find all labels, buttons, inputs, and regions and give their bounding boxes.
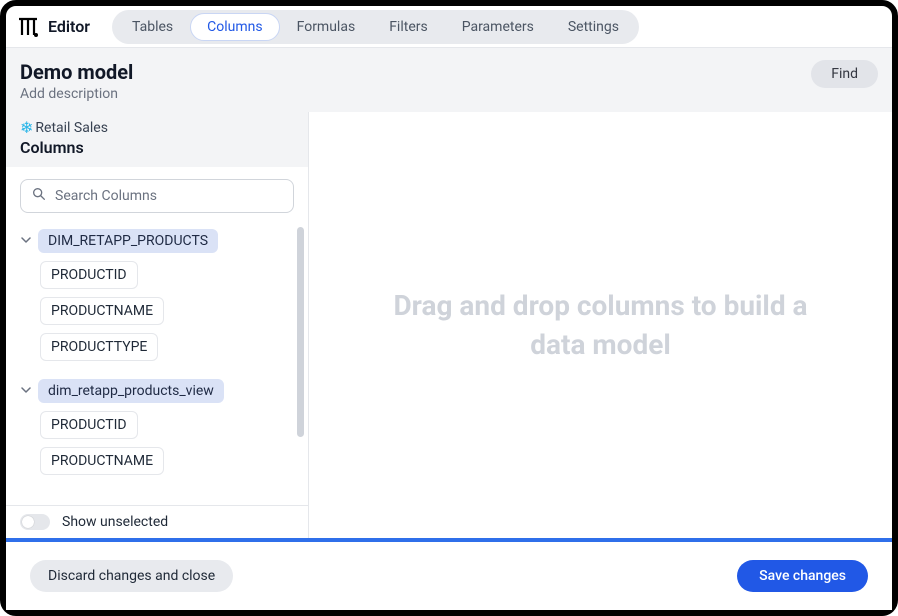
column-item[interactable]: PRODUCTTYPE bbox=[40, 333, 158, 361]
tab-formulas[interactable]: Formulas bbox=[280, 13, 373, 41]
datasource-row: ❄ Retail Sales bbox=[20, 120, 294, 136]
table-row[interactable]: dim_retapp_products_view bbox=[20, 379, 294, 403]
column-item[interactable]: PRODUCTNAME bbox=[40, 447, 164, 475]
sidebar-footer: Show unselected bbox=[6, 505, 308, 538]
sidebar: ❄ Retail Sales Columns bbox=[6, 112, 309, 538]
column-item[interactable]: PRODUCTID bbox=[40, 261, 138, 289]
logo-area: Editor bbox=[16, 15, 90, 39]
drop-area-placeholder: Drag and drop columns to build a data mo… bbox=[391, 286, 811, 364]
chevron-down-icon bbox=[20, 384, 32, 398]
body: ❄ Retail Sales Columns bbox=[6, 112, 892, 538]
tab-columns[interactable]: Columns bbox=[190, 13, 279, 41]
search-box[interactable] bbox=[20, 179, 294, 213]
nav-tabs: Tables Columns Formulas Filters Paramete… bbox=[112, 10, 639, 44]
tab-tables[interactable]: Tables bbox=[115, 13, 190, 41]
chevron-down-icon bbox=[20, 234, 32, 248]
table-group: dim_retapp_products_view PRODUCTID PRODU… bbox=[20, 379, 294, 483]
tab-parameters[interactable]: Parameters bbox=[445, 13, 551, 41]
sidebar-header: ❄ Retail Sales Columns bbox=[6, 112, 308, 167]
search-icon bbox=[31, 186, 47, 206]
search-input[interactable] bbox=[55, 188, 283, 204]
app-logo-icon bbox=[16, 15, 40, 39]
search-wrap bbox=[6, 167, 308, 219]
column-item[interactable]: PRODUCTNAME bbox=[40, 297, 164, 325]
find-button[interactable]: Find bbox=[811, 60, 878, 88]
column-item[interactable]: PRODUCTID bbox=[40, 411, 138, 439]
table-group: DIM_RETAPP_PRODUCTS PRODUCTID PRODUCTNAM… bbox=[20, 229, 294, 369]
changes-bar: Discard changes and close Save changes bbox=[6, 538, 892, 610]
model-header-left: Demo model Add description bbox=[20, 60, 133, 102]
scrollbar[interactable] bbox=[297, 227, 304, 437]
model-header: Demo model Add description Find bbox=[6, 48, 892, 112]
table-name: DIM_RETAPP_PRODUCTS bbox=[38, 229, 218, 253]
tab-settings[interactable]: Settings bbox=[551, 13, 636, 41]
columns-section-title: Columns bbox=[20, 138, 294, 157]
show-unselected-toggle[interactable] bbox=[20, 514, 50, 530]
snowflake-icon: ❄ bbox=[20, 120, 33, 136]
model-description[interactable]: Add description bbox=[20, 86, 133, 102]
save-button[interactable]: Save changes bbox=[737, 560, 868, 592]
table-row[interactable]: DIM_RETAPP_PRODUCTS bbox=[20, 229, 294, 253]
top-bar: Editor Tables Columns Formulas Filters P… bbox=[6, 6, 892, 48]
tab-filters[interactable]: Filters bbox=[372, 13, 445, 41]
columns-tree: DIM_RETAPP_PRODUCTS PRODUCTID PRODUCTNAM… bbox=[6, 219, 308, 505]
datasource-name: Retail Sales bbox=[35, 120, 108, 136]
table-name: dim_retapp_products_view bbox=[38, 379, 224, 403]
discard-button[interactable]: Discard changes and close bbox=[30, 560, 233, 592]
model-title[interactable]: Demo model bbox=[20, 60, 133, 84]
app-title: Editor bbox=[48, 17, 90, 36]
drop-area[interactable]: Drag and drop columns to build a data mo… bbox=[309, 112, 892, 538]
show-unselected-label: Show unselected bbox=[62, 514, 168, 530]
